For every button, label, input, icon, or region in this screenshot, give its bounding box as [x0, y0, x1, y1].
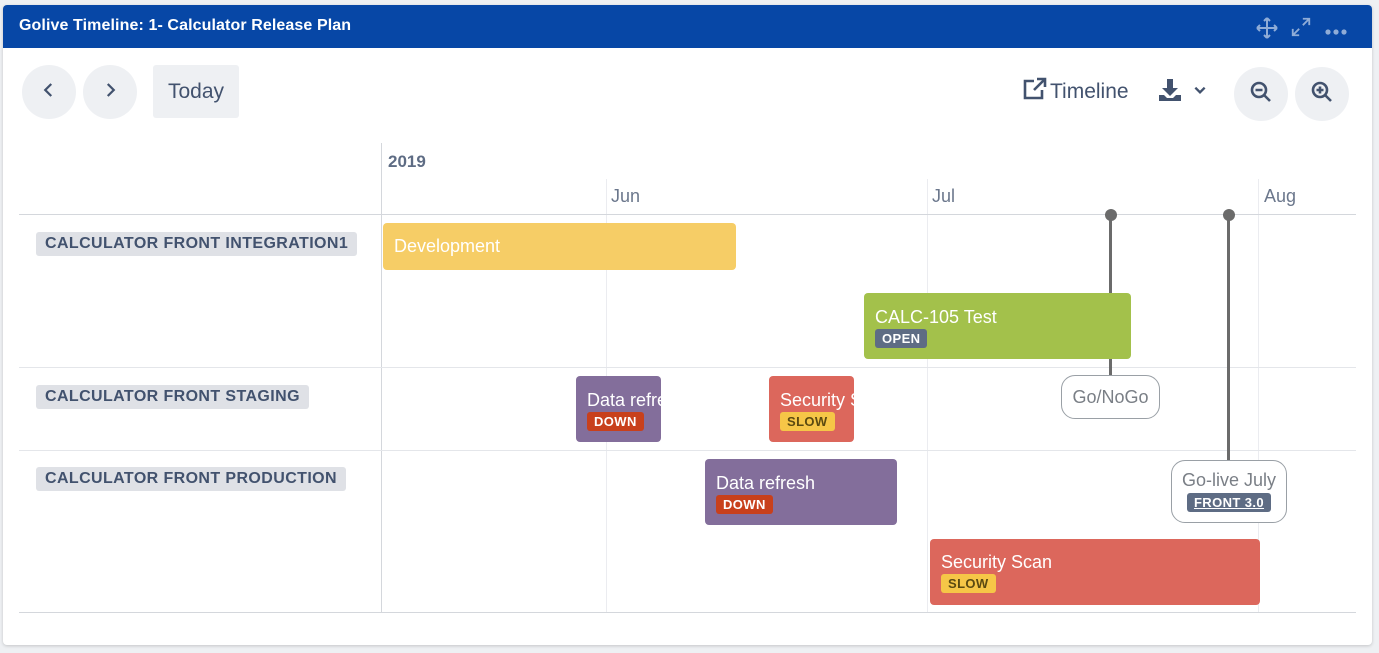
milestone-go-live-july[interactable]: Go-live July FRONT 3.0 — [1171, 460, 1287, 523]
zoom-out-icon — [1249, 80, 1273, 109]
milestone-label: Go-live July — [1181, 470, 1277, 490]
chevron-right-icon — [101, 81, 119, 104]
timeline-panel: Golive Timeline: 1- Calculator Release P… — [3, 5, 1372, 645]
bar-label: Security Scan — [780, 390, 854, 410]
month-label-aug: Aug — [1264, 186, 1297, 206]
today-button[interactable]: Today — [153, 65, 239, 118]
move-icon[interactable] — [1255, 16, 1279, 45]
status-badge: OPEN — [875, 329, 928, 348]
bar-data-refresh-staging[interactable]: Data refresh DOWN — [576, 376, 661, 442]
more-icon[interactable] — [1324, 23, 1348, 41]
status-badge: DOWN — [587, 412, 644, 431]
bar-label: Data refresh — [716, 473, 816, 493]
milestone-go-nogo[interactable]: Go/NoGo — [1061, 375, 1160, 419]
lane-label-production: CALCULATOR FRONT PRODUCTION — [36, 467, 346, 491]
release-tag[interactable]: FRONT 3.0 — [1186, 493, 1272, 512]
status-badge: DOWN — [716, 495, 773, 514]
year-label: 2019 — [388, 152, 426, 171]
previous-button[interactable] — [22, 65, 76, 119]
header-divider — [19, 214, 1356, 215]
next-button[interactable] — [83, 65, 137, 119]
download-button[interactable] — [1157, 77, 1217, 107]
month-label-jun: Jun — [611, 186, 641, 206]
open-timeline-link[interactable]: Timeline — [1022, 77, 1129, 107]
zoom-out-button[interactable] — [1234, 67, 1288, 121]
bar-security-scan-staging[interactable]: Security Scan SLOW — [769, 376, 854, 442]
milestone-stem-go-live — [1227, 215, 1230, 468]
lane-divider — [19, 450, 1356, 451]
external-link-icon — [1022, 77, 1048, 107]
milestone-dot-go-nogo — [1105, 209, 1117, 221]
bar-label: Security Scan — [941, 552, 1053, 572]
bar-label: CALC-105 Test — [875, 307, 997, 327]
expand-icon[interactable] — [1290, 16, 1312, 43]
lane-divider — [19, 367, 1356, 368]
title-bar: Golive Timeline: 1- Calculator Release P… — [3, 5, 1372, 48]
footer-divider — [19, 612, 1356, 613]
lane-label-integration: CALCULATOR FRONT INTEGRATION1 — [36, 232, 358, 256]
chevron-down-icon — [1193, 83, 1207, 102]
chevron-left-icon — [40, 81, 58, 104]
bar-calc-105-test[interactable]: CALC-105 Test OPEN — [864, 293, 1131, 359]
zoom-in-button[interactable] — [1295, 67, 1349, 121]
month-label-jul: Jul — [932, 186, 956, 206]
download-icon — [1157, 77, 1183, 108]
page-title: Golive Timeline: 1- Calculator Release P… — [19, 17, 352, 34]
status-badge: SLOW — [941, 574, 996, 593]
bar-label: Data refresh — [587, 390, 661, 410]
milestone-dot-go-live — [1223, 209, 1235, 221]
month-divider-jul — [927, 179, 928, 613]
bar-label: Development — [394, 236, 501, 256]
bar-security-scan-production[interactable]: Security Scan SLOW — [930, 539, 1260, 605]
status-badge: SLOW — [780, 412, 835, 431]
milestone-label: Go/NoGo — [1072, 387, 1149, 407]
zoom-in-icon — [1310, 80, 1334, 109]
timeline-link-label: Timeline — [1050, 80, 1129, 103]
lane-label-staging: CALCULATOR FRONT STAGING — [36, 385, 309, 409]
bar-data-refresh-production[interactable]: Data refresh DOWN — [705, 459, 897, 525]
bar-development[interactable]: Development — [383, 223, 736, 270]
